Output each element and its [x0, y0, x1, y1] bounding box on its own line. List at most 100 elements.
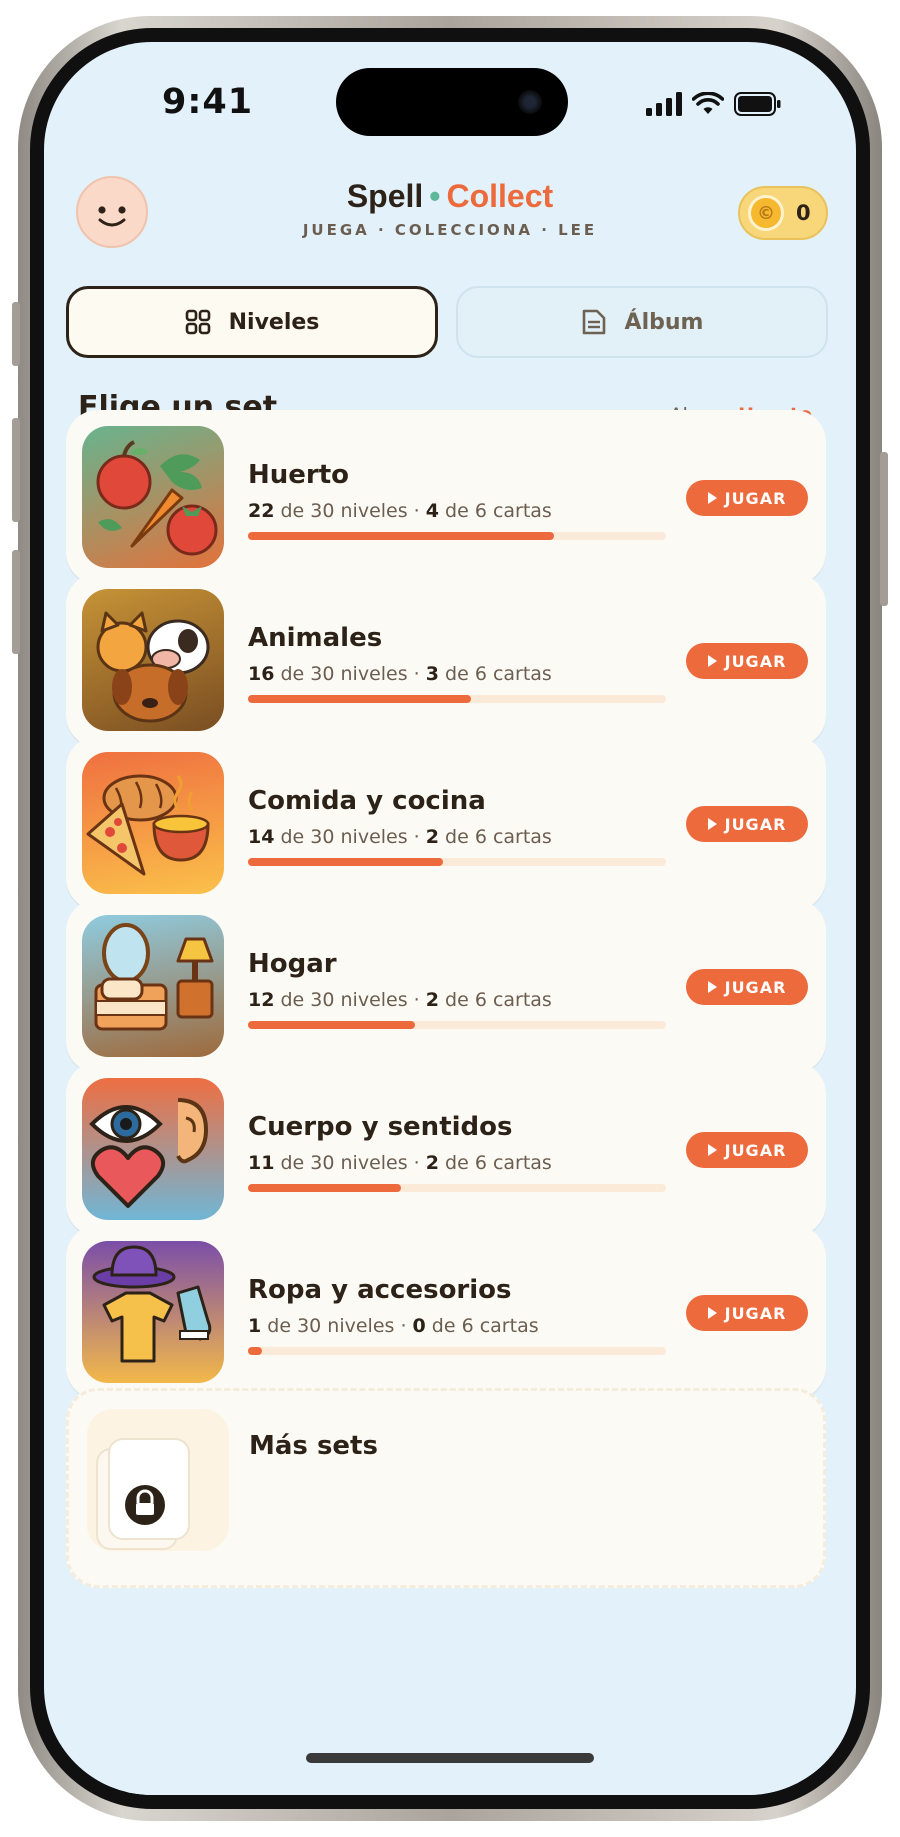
battery-icon [734, 92, 781, 116]
cards-done: 0 [412, 1315, 426, 1337]
clothes-icon [82, 1241, 224, 1383]
play-label: JUGAR [724, 1303, 787, 1323]
play-icon [707, 655, 717, 667]
cards-text: de 6 cartas [438, 500, 552, 522]
album-icon [582, 309, 605, 335]
set-progress-bar [248, 695, 666, 703]
levels-text: de 30 niveles · [274, 500, 426, 522]
set-title: Comida y cocina [248, 786, 486, 816]
cards-done: 4 [425, 500, 439, 522]
set-progress-fill [248, 1184, 402, 1192]
app-title-part1: Spell [346, 178, 424, 214]
senses-icon [82, 1078, 224, 1220]
play-button[interactable]: JUGAR [686, 969, 808, 1005]
set-progress-text: 14 de 30 niveles · 2 de 6 cartas [248, 826, 552, 848]
set-progress-fill [248, 858, 444, 866]
set-progress-bar [248, 858, 666, 866]
play-button[interactable]: JUGAR [686, 1295, 808, 1331]
animals-icon [82, 589, 224, 731]
app-screen: 9:41 Spell • Collect JUEGA · COLECCIONA · … [44, 42, 856, 1795]
app-brand: Spell • Collect JUEGA · COLECCIONA · LEE [44, 178, 856, 239]
set-title: Huerto [248, 460, 350, 490]
app-tagline: JUEGA · COLECCIONA · LEE [302, 221, 598, 239]
play-label: JUGAR [724, 977, 787, 997]
tab-niveles[interactable]: Niveles [66, 286, 438, 358]
cards-done: 2 [425, 826, 439, 848]
cellular-signal-icon [646, 92, 682, 116]
levels-done: 11 [248, 1152, 275, 1174]
set-card-comida[interactable]: Comida y cocina 14 de 30 niveles · 2 de … [66, 736, 826, 910]
set-title: Animales [248, 623, 383, 653]
set-progress-fill [248, 695, 471, 703]
grid-icon [185, 309, 210, 335]
more-sets-title: Más sets [249, 1431, 378, 1461]
camera-icon [518, 90, 542, 114]
cards-done: 2 [425, 989, 439, 1011]
dynamic-island [336, 68, 568, 136]
levels-done: 12 [248, 989, 275, 1011]
levels-text: de 30 niveles · [274, 1152, 426, 1174]
play-button[interactable]: JUGAR [686, 643, 808, 679]
more-sets-card[interactable]: Más sets [66, 1388, 826, 1588]
cards-text: de 6 cartas [438, 663, 552, 685]
action-button [12, 302, 20, 366]
coin-count: 0 [796, 201, 811, 225]
levels-text: de 30 niveles · [274, 989, 426, 1011]
set-card-ropa[interactable]: Ropa y accesorios 1 de 30 niveles · 0 de… [66, 1225, 826, 1399]
tab-niveles-label: Niveles [228, 309, 320, 335]
lock-icon [96, 1438, 190, 1550]
food-icon [82, 752, 224, 894]
play-icon [707, 1307, 717, 1319]
set-progress-bar [248, 1021, 666, 1029]
set-title: Hogar [248, 949, 337, 979]
coin-counter[interactable]: © 0 [738, 186, 828, 240]
set-card-huerto[interactable]: Huerto 22 de 30 niveles · 4 de 6 cartas … [66, 410, 826, 584]
play-icon [707, 818, 717, 830]
vegetables-icon [82, 426, 224, 568]
play-label: JUGAR [724, 1140, 787, 1160]
status-time: 9:41 [162, 82, 254, 122]
tab-album-label: Álbum [624, 309, 704, 335]
set-progress-bar [248, 532, 666, 540]
set-progress-bar [248, 1184, 666, 1192]
coin-icon: © [748, 195, 784, 231]
play-label: JUGAR [724, 488, 787, 508]
cards-done: 2 [425, 1152, 439, 1174]
play-label: JUGAR [724, 814, 787, 834]
power-button [880, 452, 888, 606]
set-progress-text: 22 de 30 niveles · 4 de 6 cartas [248, 500, 552, 522]
set-card-cuerpo[interactable]: Cuerpo y sentidos 11 de 30 niveles · 2 d… [66, 1062, 826, 1236]
status-icons [646, 86, 782, 116]
set-title: Ropa y accesorios [248, 1275, 512, 1305]
set-progress-fill [248, 1347, 262, 1355]
levels-done: 22 [248, 500, 275, 522]
volume-down-button [12, 550, 20, 654]
set-card-animales[interactable]: Animales 16 de 30 niveles · 3 de 6 carta… [66, 573, 826, 747]
set-progress-text: 16 de 30 niveles · 3 de 6 cartas [248, 663, 552, 685]
play-icon [707, 981, 717, 993]
cards-text: de 6 cartas [438, 989, 552, 1011]
tab-album[interactable]: Álbum [456, 286, 828, 358]
play-button[interactable]: JUGAR [686, 480, 808, 516]
levels-done: 14 [248, 826, 275, 848]
cards-text: de 6 cartas [425, 1315, 539, 1337]
volume-up-button [12, 418, 20, 522]
levels-text: de 30 niveles · [274, 826, 426, 848]
levels-done: 1 [248, 1315, 262, 1337]
cards-text: de 6 cartas [438, 1152, 552, 1174]
set-progress-text: 12 de 30 niveles · 2 de 6 cartas [248, 989, 552, 1011]
set-progress-bar [248, 1347, 666, 1355]
app-title-part2: Collect [446, 178, 554, 214]
play-icon [707, 492, 717, 504]
set-progress-fill [248, 1021, 416, 1029]
play-button[interactable]: JUGAR [686, 1132, 808, 1168]
set-progress-text: 11 de 30 niveles · 2 de 6 cartas [248, 1152, 552, 1174]
more-sets-thumb [87, 1409, 229, 1551]
set-card-hogar[interactable]: Hogar 12 de 30 niveles · 2 de 6 cartas J… [66, 899, 826, 1073]
set-progress-fill [248, 532, 555, 540]
levels-text: de 30 niveles · [274, 663, 426, 685]
home-bed-icon [82, 915, 224, 1057]
home-indicator[interactable] [306, 1753, 594, 1763]
play-button[interactable]: JUGAR [686, 806, 808, 842]
cards-done: 3 [425, 663, 439, 685]
